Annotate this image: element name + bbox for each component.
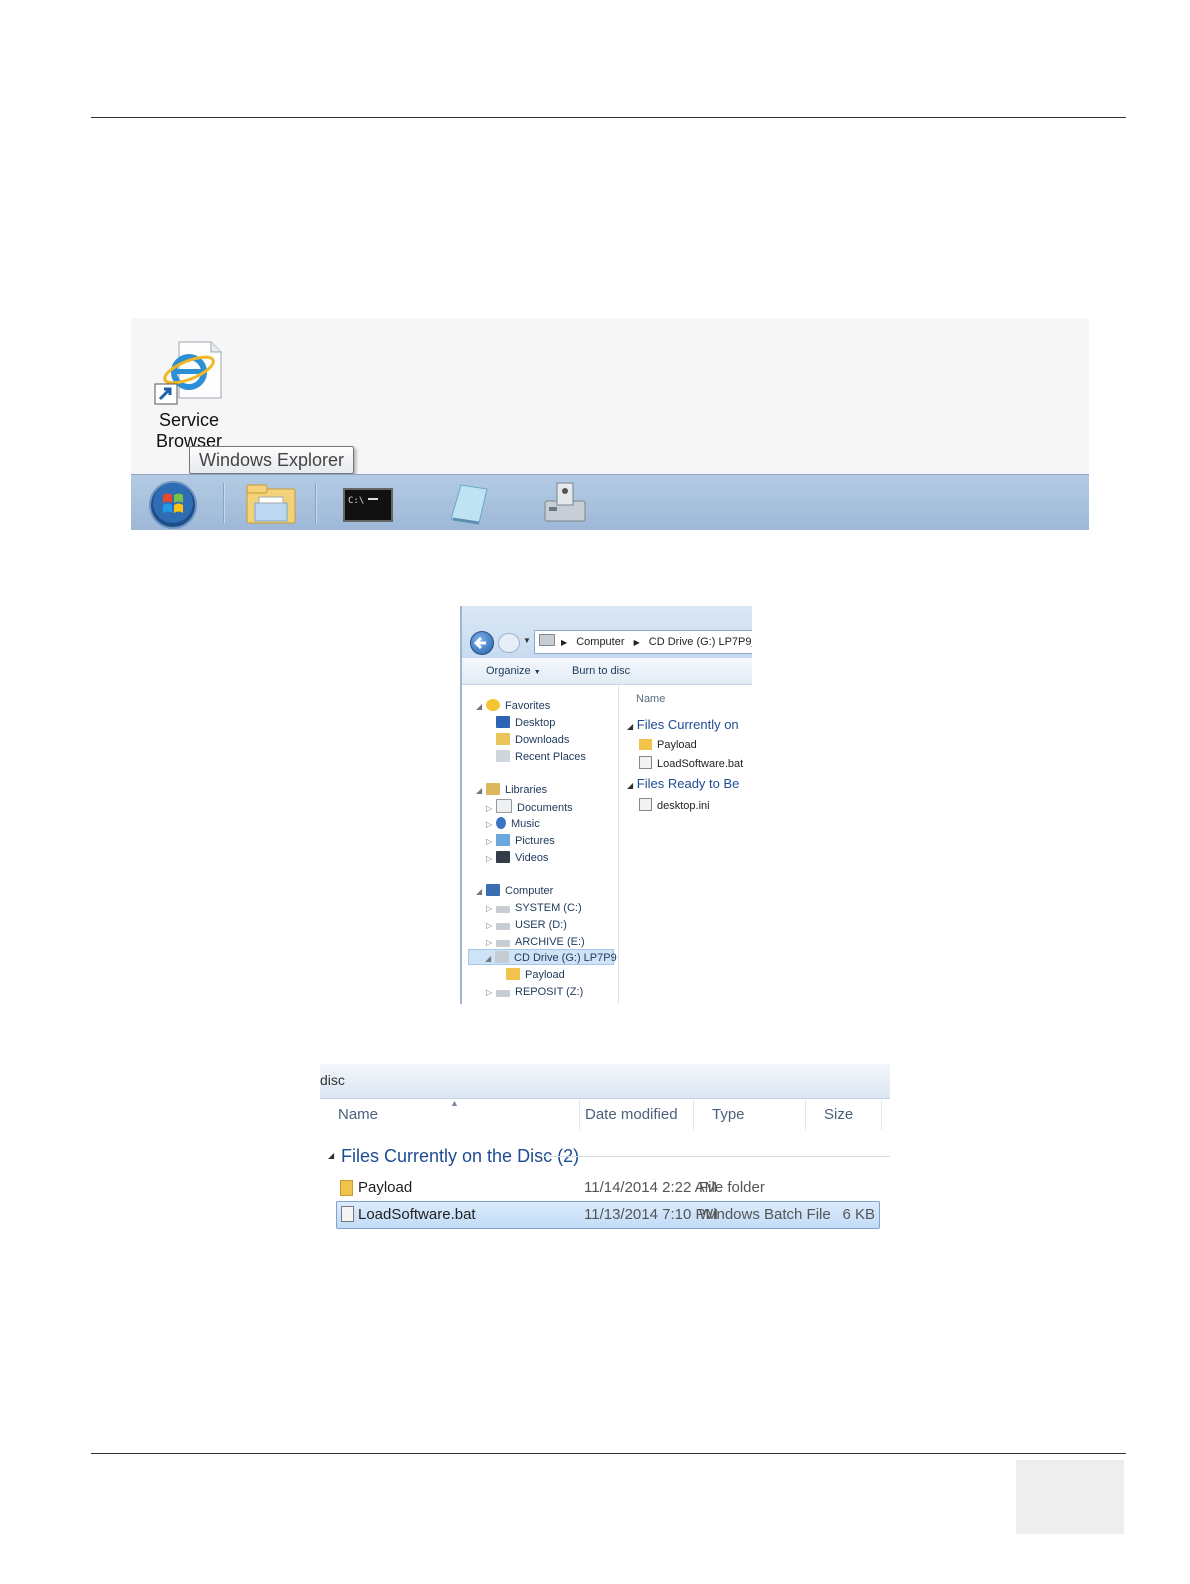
nav-reposit-drive[interactable]: ▷ REPOSIT (Z:): [486, 984, 583, 1000]
explorer-title-area: ▼ ▶ Computer ▶ CD Drive (G:) LP7P9_: [462, 606, 752, 658]
collapse-arrow-icon: ◢: [627, 781, 634, 790]
taskbar-separator: [223, 483, 225, 523]
downloads-icon: [496, 733, 510, 745]
nav-pictures[interactable]: ▷ Pictures: [486, 833, 555, 849]
libraries-icon: [486, 783, 500, 795]
row-date: 11/13/2014 7:10 PM: [584, 1206, 718, 1223]
nav-user-drive[interactable]: ▷ USER (D:): [486, 917, 567, 933]
recent-places-icon: [496, 750, 510, 762]
burn-to-disc-fragment[interactable]: disc: [320, 1072, 345, 1088]
nav-computer[interactable]: ◢ Computer: [476, 883, 553, 899]
row-date: 11/14/2014 2:22 AM: [584, 1179, 718, 1196]
group-files-ready-to-be-written[interactable]: ◢ Files Ready to Be: [627, 776, 739, 791]
detail-toolbar: disc: [320, 1064, 890, 1099]
organize-button[interactable]: Organize ▼: [486, 658, 541, 686]
drive-icon: [496, 990, 510, 997]
drive-icon: [496, 940, 510, 947]
file-item-payload[interactable]: Payload: [639, 739, 697, 751]
explorer-toolbar: Organize ▼ Burn to disc: [462, 658, 752, 685]
collapse-arrow-icon: ◢: [328, 1151, 335, 1160]
nav-music[interactable]: ▷ Music: [486, 816, 540, 832]
nav-system-drive[interactable]: ▷ SYSTEM (C:): [486, 900, 582, 916]
desktop-screenshot: Service Browser Windows Explorer C:\: [131, 318, 1089, 530]
nav-documents[interactable]: ▷ Documents: [486, 799, 573, 815]
explorer-window: ▼ ▶ Computer ▶ CD Drive (G:) LP7P9_ Orga…: [460, 606, 752, 1004]
breadcrumb-separator-icon: ▶: [561, 638, 568, 647]
table-row-selected[interactable]: LoadSoftware.bat 11/13/2014 7:10 PM Wind…: [336, 1201, 880, 1229]
back-arrow-icon: [473, 636, 486, 650]
computer-icon: [486, 884, 500, 896]
documents-icon: [496, 799, 512, 813]
forward-button[interactable]: [498, 633, 520, 653]
name-column-header[interactable]: Name: [636, 693, 665, 705]
cd-drive-small-icon: [539, 634, 555, 646]
file-item-desktop-ini[interactable]: desktop.ini: [639, 798, 710, 812]
column-header-size[interactable]: Size: [806, 1100, 882, 1130]
column-header-name[interactable]: Name: [320, 1100, 580, 1130]
file-list-pane: Name ◢ Files Currently on Payload LoadSo…: [619, 684, 752, 1004]
nav-payload-folder[interactable]: Payload: [506, 967, 565, 983]
nav-desktop[interactable]: Desktop: [496, 715, 555, 731]
group-divider: [543, 1156, 890, 1157]
collapse-arrow-icon: ◢: [627, 722, 634, 731]
taskbar: C:\: [131, 474, 1089, 530]
header-rule: [91, 117, 1126, 118]
history-dropdown-icon[interactable]: ▼: [523, 636, 531, 645]
videos-icon: [496, 851, 510, 863]
column-header-date-modified[interactable]: Date modified: [580, 1100, 694, 1130]
file-item-loadsoftware[interactable]: LoadSoftware.bat: [639, 756, 743, 770]
table-row[interactable]: Payload 11/14/2014 2:22 AM File folder: [336, 1175, 878, 1201]
nav-videos[interactable]: ▷ Videos: [486, 850, 548, 866]
address-bar[interactable]: ▶ Computer ▶ CD Drive (G:) LP7P9_: [534, 630, 752, 654]
command-prompt-icon[interactable]: C:\: [338, 479, 398, 529]
internet-explorer-icon: [154, 341, 222, 405]
taskbar-separator: [315, 483, 317, 523]
drive-icon: [496, 923, 510, 930]
row-type: File folder: [699, 1179, 765, 1196]
pictures-icon: [496, 834, 510, 846]
notepad-icon[interactable]: [437, 479, 497, 529]
back-button[interactable]: [470, 631, 494, 655]
row-size: 6 KB: [842, 1206, 875, 1223]
column-header-type[interactable]: Type: [694, 1100, 806, 1130]
nav-cd-drive[interactable]: ◢ CD Drive (G:) LP7P9: [468, 949, 617, 965]
batch-file-icon: [341, 1206, 354, 1222]
windows-explorer-icon[interactable]: [241, 479, 301, 529]
folder-icon: [639, 739, 652, 750]
footer-rule: [91, 1453, 1126, 1454]
nav-favorites[interactable]: ◢ Favorites: [476, 698, 550, 714]
desktop-icon: [496, 716, 510, 728]
nav-downloads[interactable]: Downloads: [496, 732, 569, 748]
row-name: Payload: [358, 1179, 413, 1196]
burn-to-disc-button[interactable]: Burn to disc: [572, 658, 630, 684]
folder-icon: [506, 968, 520, 980]
ini-file-icon: [639, 798, 652, 811]
breadcrumb-computer[interactable]: Computer: [576, 636, 624, 648]
drive-icon: [496, 906, 510, 913]
navigation-pane: ◢ Favorites Desktop Downloads Recent Plac…: [462, 684, 619, 1004]
start-orb-icon[interactable]: [143, 479, 203, 529]
nav-libraries[interactable]: ◢ Libraries: [476, 782, 547, 798]
tooltip: Windows Explorer: [189, 446, 355, 474]
breadcrumb-separator-icon: ▶: [633, 638, 640, 647]
organize-label: Organize: [486, 665, 531, 677]
row-type: Windows Batch File: [699, 1206, 831, 1223]
nav-recent-places[interactable]: Recent Places: [496, 749, 586, 765]
nav-archive-drive[interactable]: ▷ ARCHIVE (E:): [486, 934, 585, 950]
svg-text:C:\: C:\: [348, 496, 364, 506]
group-files-currently-on-disc[interactable]: ◢ Files Currently on: [627, 717, 739, 732]
service-tool-icon[interactable]: [535, 479, 595, 529]
group-header-files-currently-on-disc[interactable]: ◢ Files Currently on the Disc (2): [328, 1144, 890, 1168]
cd-drive-icon: [495, 951, 509, 963]
chevron-down-icon: ▼: [533, 669, 541, 676]
star-icon: [486, 699, 500, 711]
detail-view-screenshot: disc ▲ Name Date modified Type Size ◢ Fi…: [320, 1064, 890, 1234]
music-icon: [496, 817, 506, 829]
folder-icon: [340, 1180, 353, 1196]
service-browser-shortcut[interactable]: [153, 340, 225, 406]
breadcrumb-cd-drive[interactable]: CD Drive (G:) LP7P9_: [649, 636, 752, 648]
page-number-box: [1016, 1460, 1124, 1534]
batch-file-icon: [639, 756, 652, 769]
row-name: LoadSoftware.bat: [358, 1206, 476, 1223]
